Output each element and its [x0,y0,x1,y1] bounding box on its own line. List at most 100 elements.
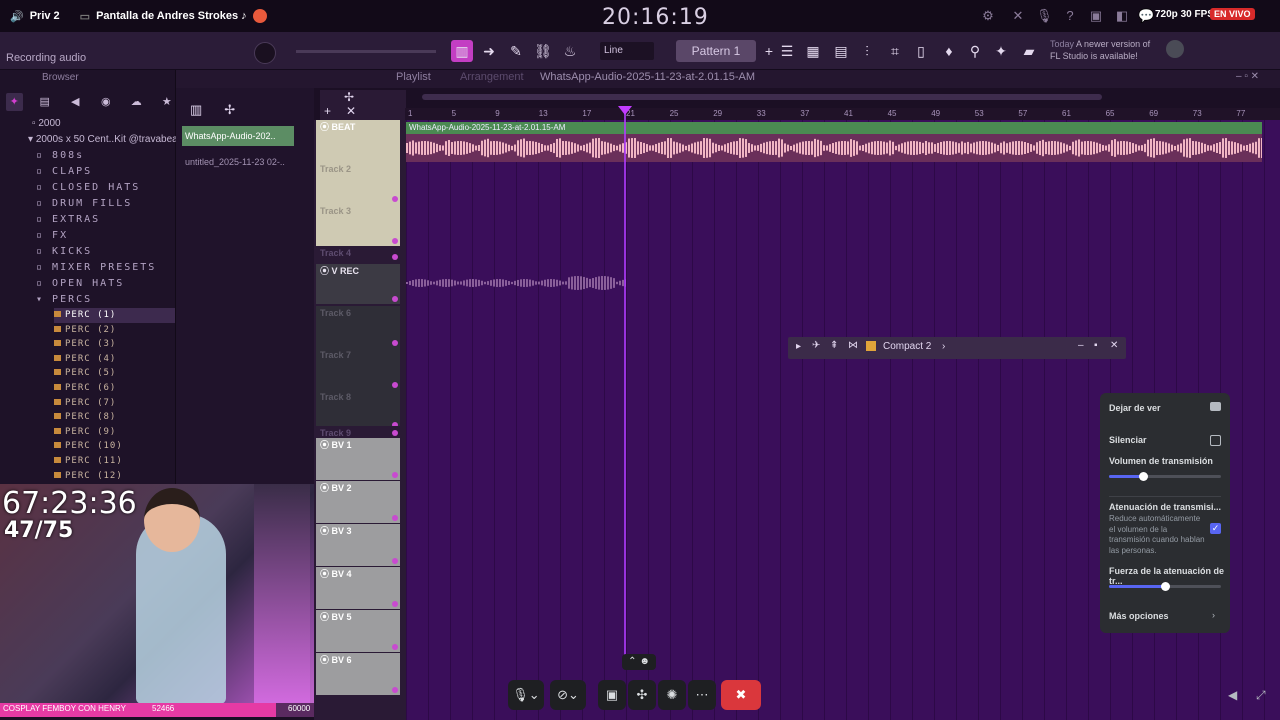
plugin-icon[interactable]: ◉ [98,93,115,111]
track-header[interactable]: ⦿ V REC [316,264,400,304]
track-header[interactable]: Track 2 [316,162,400,204]
activities-icon[interactable]: ✣ [628,680,656,710]
list-item[interactable]: PERC (3) [54,337,175,352]
folder-item[interactable]: ▾ 2000s x 50 Cent..Kit @travabeats [28,132,186,148]
link-icon[interactable]: ⛓ [532,40,554,62]
strength-slider[interactable] [1109,582,1221,591]
more-icon[interactable]: ⋯ [688,680,716,710]
playhead[interactable] [624,110,626,658]
volume-knob[interactable] [1138,472,1148,481]
image-icon[interactable]: ▣ [1088,8,1104,24]
list-item[interactable]: PERC (10) [54,439,175,454]
close-icon[interactable]: ✕ [1110,340,1118,351]
star-icon[interactable]: ★ [159,93,176,111]
popout-toggle[interactable]: ⌃ ☻ [622,654,656,670]
cart-icon[interactable]: ▰ [1018,40,1040,62]
channel-rack-icon[interactable]: ▦ [802,40,824,62]
folder-item[interactable]: ▾ PERCS [28,292,175,308]
compact-plugin-window[interactable]: ▸ ✈ ⇞ ⋈ Compact 2 › – ▪ ✕ [788,337,1126,359]
folder-item[interactable]: ▫ 808s [28,148,175,164]
track-mute-dot[interactable] [392,196,398,202]
folder-item[interactable]: ▫ CLAPS [28,164,175,180]
list-item[interactable]: PERC (2) [54,323,175,338]
close-icon[interactable]: ✕ [346,104,356,118]
track-header[interactable]: ⦿ BV 4 [316,567,400,609]
folder-icon[interactable]: ▤ [37,93,54,111]
master-pitch-slider[interactable] [296,50,436,53]
volume-slider[interactable] [1109,472,1221,481]
mic-icon[interactable]: 🎙 [1036,8,1053,24]
volume-icon[interactable]: ◀ [1228,688,1237,702]
track-header[interactable]: Track 9 [316,426,400,438]
wizard-icon[interactable]: ⚲ [964,40,986,62]
track-mute-dot[interactable] [392,340,398,346]
fullscreen-icon[interactable]: ⤢ [1256,688,1266,703]
mic-icon[interactable]: 🎙⌄ [508,680,544,710]
channel-item[interactable]: WhatsApp-Audio-202.. [182,126,294,146]
screen-share-icon[interactable]: ▣ [598,680,626,710]
file-icon[interactable]: ▯ [910,40,932,62]
folder-item[interactable]: ▫ CLOSED HATS [28,180,175,196]
piano-roll-icon[interactable]: ▤ [830,40,852,62]
folder-item[interactable]: ▫ EXTRAS [28,212,175,228]
track-mute-dot[interactable] [392,644,398,650]
upload-icon[interactable]: ⇞ [830,340,838,351]
disconnect-button[interactable]: ✖ [721,680,761,710]
soundboard-icon[interactable]: ✺ [658,680,686,710]
folder-item[interactable]: ▫ OPEN HATS [28,276,175,292]
record-knob[interactable] [254,42,276,64]
attenuation-checkbox[interactable]: ✓ [1210,523,1221,534]
play-icon[interactable]: ▸ [796,341,801,352]
mirror-icon[interactable]: ⋈ [848,340,858,351]
mute-checkbox[interactable] [1210,435,1221,446]
more-options-item[interactable]: Más opciones [1109,611,1169,621]
cloud-icon[interactable]: ☁ [128,93,145,111]
chat-icon[interactable]: 💬 [1138,8,1154,24]
stop-stream-icon[interactable] [1210,402,1221,411]
track-header[interactable]: ⦿ BV 5 [316,610,400,652]
list-item[interactable]: PERC (4) [54,352,175,367]
folder-item[interactable]: ▫ DRUM FILLS [28,196,175,212]
minimize-icon[interactable]: – [1078,340,1084,351]
camera-off-icon[interactable]: ⊘⌄ [550,680,586,710]
track-header[interactable]: Track 3 [316,204,400,246]
channel-label[interactable]: 🔊 Priv 2 ▭ Pantalla de Andres Strokes ♪ [10,9,267,23]
window-icon[interactable]: ◧ [1114,8,1130,24]
track-mute-dot[interactable] [392,382,398,388]
pencil-icon[interactable]: ✎ [505,40,527,62]
gear-icon[interactable]: ⚙ [980,8,996,24]
snap-select[interactable]: Line [600,42,654,60]
speaker-icon[interactable]: ◀ [67,93,84,111]
track-mute-dot[interactable] [392,238,398,244]
strength-knob[interactable] [1161,582,1170,591]
timeline-scrollbar[interactable] [422,94,1102,100]
track-mute-dot[interactable] [392,687,398,693]
track-mute-dot[interactable] [392,472,398,478]
track-mute-dot[interactable] [392,430,398,436]
pattern-select[interactable]: Pattern 1 [676,40,756,62]
track-mute-dot[interactable] [392,254,398,260]
audio-clip[interactable]: WhatsApp-Audio-2025-11-23-at-2.01.15-AM [406,122,1262,162]
list-item[interactable]: PERC (1) [54,308,175,323]
tempo-icon[interactable]: ♦ [938,40,960,62]
piano-icon[interactable]: ▥ [451,40,473,62]
maximize-icon[interactable]: ▪ [1094,340,1098,351]
track-header[interactable]: ⦿ BV 1 [316,438,400,480]
track-header[interactable]: ⦿ BV 2 [316,481,400,523]
folder-item[interactable]: ▫ FX [28,228,175,244]
stamp-icon[interactable]: ♨ [559,40,581,62]
track-mute-dot[interactable] [392,558,398,564]
track-header[interactable]: ⦿ BV 6 [316,653,400,695]
channel-item[interactable]: untitled_2025-11-23 02-.. [182,152,294,172]
folder-item[interactable]: ▫ KICKS [28,244,175,260]
playlist-icon[interactable]: ☰ [776,40,798,62]
folder-item[interactable]: ▫ MIXER PRESETS [28,260,175,276]
chevron-right-icon[interactable]: › [942,341,945,352]
folder-item[interactable]: ▫ 2000 [28,116,175,132]
track-header[interactable]: Track 8 [316,390,400,430]
list-item[interactable]: PERC (11) [54,454,175,469]
list-item[interactable]: PERC (8) [54,410,175,425]
mixer-icon[interactable]: ⫶ [856,40,878,62]
hint-icon[interactable]: ✦ [990,40,1012,62]
playhead-marker[interactable] [618,106,632,115]
